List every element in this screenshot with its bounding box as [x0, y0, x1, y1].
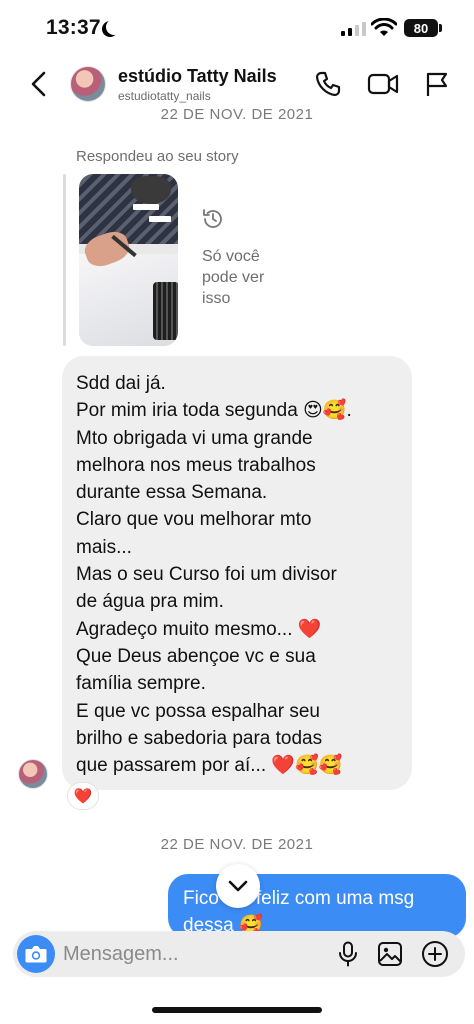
story-sticker [149, 216, 171, 222]
message-line: de água pra mim. [76, 591, 224, 613]
message-line: mais... [76, 536, 132, 558]
message-line: Sdd dai já. [76, 373, 166, 394]
status-bar: 13:37 80 [0, 0, 474, 58]
avatar[interactable] [70, 66, 106, 102]
outgoing-message-bubble[interactable]: Fico tão feliz com uma msg dessa 🥰 [168, 874, 466, 938]
mic-icon[interactable] [337, 941, 359, 967]
flag-icon[interactable] [424, 70, 450, 98]
battery-cap [439, 24, 442, 32]
message-line: melhora nos meus trabalhos [76, 454, 316, 476]
history-icon [203, 209, 222, 228]
message-composer [13, 931, 465, 977]
chat-header: estúdio Tatty Nails estudiotatty_nails [0, 58, 474, 114]
story-image-head [131, 176, 171, 204]
chevron-down-icon [228, 880, 248, 892]
date-separator: 22 DE NOV. DE 2021 [160, 836, 314, 853]
message-line: E que vc possa espalhar seu [76, 700, 320, 722]
call-icon[interactable] [314, 70, 342, 98]
camera-icon [25, 946, 47, 963]
video-icon[interactable] [367, 70, 399, 98]
camera-button[interactable] [17, 935, 55, 973]
back-icon[interactable] [26, 70, 54, 98]
story-sticker [133, 204, 159, 210]
story-thumbnail[interactable] [79, 174, 178, 346]
cellular-signal-icon [341, 20, 366, 36]
message-line: Mto obrigada vi uma grande [76, 427, 313, 449]
gallery-icon[interactable] [377, 941, 403, 967]
message-line: Por mim iria toda segunda 😍🥰. [76, 400, 352, 422]
message-line: Claro que vou melhorar mto [76, 509, 312, 531]
plus-icon[interactable] [421, 940, 449, 968]
date-separator: 22 DE NOV. DE 2021 [160, 108, 314, 123]
message-line: brilho e sabedoria para todas [76, 727, 323, 749]
story-image-fan [153, 282, 178, 340]
story-visibility-note: Só você pode ver isso [202, 248, 265, 307]
moon-icon [106, 19, 122, 35]
reply-indicator-bar [63, 174, 66, 346]
sender-avatar[interactable] [18, 759, 48, 789]
incoming-message-bubble[interactable]: Sdd dai já. Por mim iria toda segunda 😍🥰… [62, 356, 412, 790]
message-line: Que Deus abençoe vc e sua [76, 645, 316, 667]
contact-handle[interactable]: estudiotatty_nails [118, 89, 211, 103]
contact-name[interactable]: estúdio Tatty Nails [118, 66, 277, 87]
message-line: Mas o seu Curso foi um divisor [76, 564, 337, 586]
heart-icon: ❤️ [73, 787, 93, 805]
scroll-to-bottom-button[interactable] [216, 864, 260, 908]
status-time: 13:37 [46, 16, 101, 39]
message-input[interactable] [63, 938, 313, 970]
battery-indicator: 80 [404, 19, 438, 37]
message-line: durante essa Semana. [76, 482, 268, 504]
message-line: que passarem por aí... ❤️🥰🥰 [76, 755, 343, 777]
home-indicator [152, 1007, 322, 1013]
message-line: Agradeço muito mesmo... ❤️ [76, 618, 322, 640]
story-reply-label: Respondeu ao seu story [76, 148, 239, 165]
wifi-icon [371, 18, 397, 36]
message-line: família sempre. [76, 673, 206, 695]
heart-reaction[interactable]: ❤️ [67, 782, 99, 810]
